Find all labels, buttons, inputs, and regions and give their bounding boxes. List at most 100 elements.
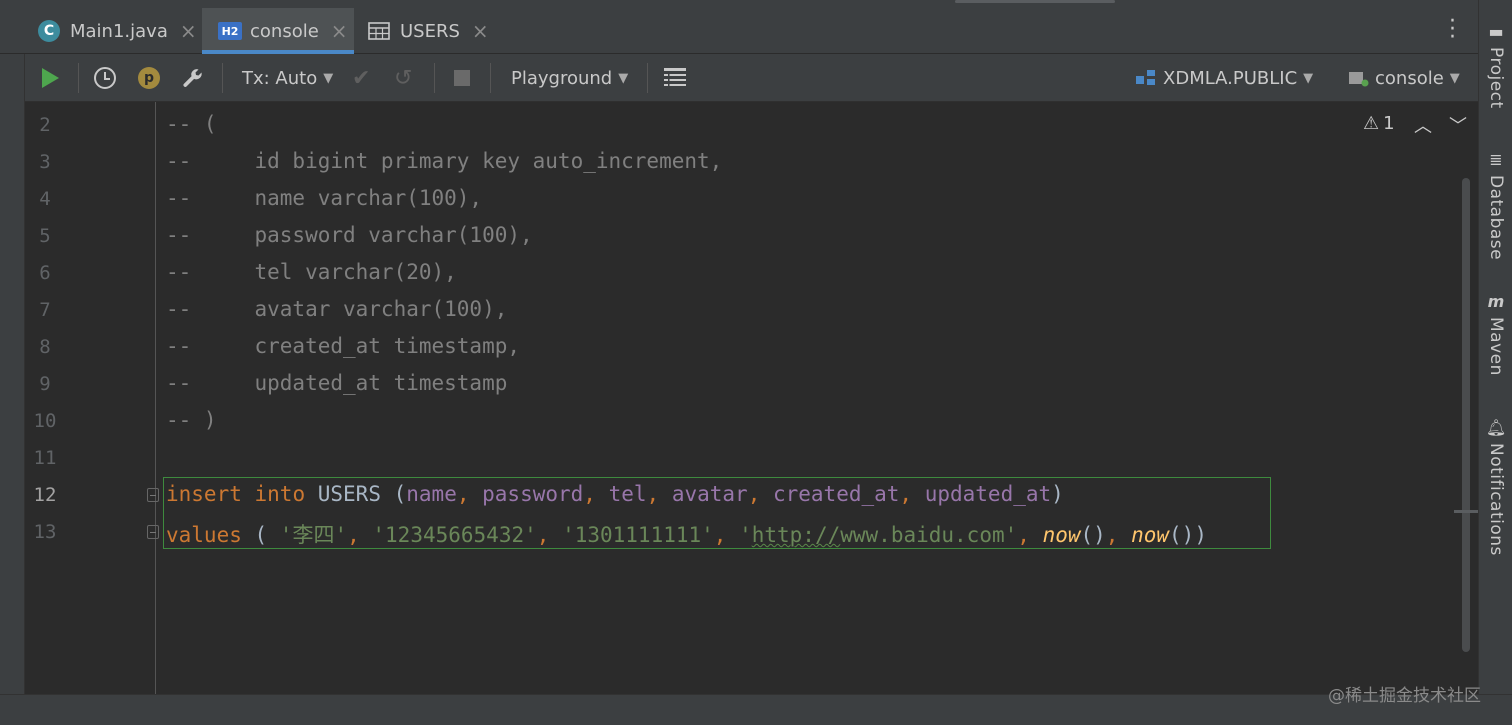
folder-icon: ▬ [1488,22,1504,41]
tab-users[interactable]: USERS × [368,8,496,54]
code-line-comment: -- avatar varchar(100), [166,297,508,321]
undo-icon: ↺ [394,65,413,91]
stop-button[interactable] [454,54,470,102]
checkmark-icon: ✔ [352,65,371,91]
line-number: 2 [39,114,51,136]
function-call: now [1042,523,1081,547]
close-icon[interactable]: × [180,19,197,43]
code-line-comment: -- ) [166,408,217,432]
line-number: 11 [33,447,57,469]
next-highlight-button[interactable]: ﹀ [1449,112,1467,138]
p-badge-icon: p [138,67,160,89]
code-line-comment: -- password varchar(100), [166,223,533,247]
profile-button[interactable]: p [138,54,160,102]
function-call: now [1131,523,1170,547]
string-literal: '12345665432' [372,523,537,547]
tool-window-label: Maven [1486,317,1506,376]
warning-icon: ⚠ [1363,113,1380,134]
code-line-comment: -- tel varchar(20), [166,260,457,284]
string-literal: 'http://www.baidu.com' [739,523,1018,547]
chevron-down-icon: ﹀ [1449,116,1467,137]
execute-button[interactable] [42,54,59,102]
tool-window-label: Database [1486,175,1506,261]
tab-label: Main1.java [70,20,168,42]
code-line-values: values ( '李四', '12345665432', '130111111… [166,523,1207,547]
line-number: 5 [39,225,51,247]
database-icon: ≣ [1489,150,1503,169]
chevron-up-icon: ︿ [1414,116,1432,137]
tool-window-maven[interactable]: m Maven [1482,292,1510,376]
fold-marker-icon[interactable] [147,525,159,539]
line-number: 4 [39,188,51,210]
column-name: password [482,482,584,506]
code-line-comment: -- created_at timestamp, [166,334,521,358]
tx-mode-label: Tx: Auto [242,67,318,89]
maven-icon: m [1487,292,1505,311]
chevron-down-icon: ▼ [618,70,629,86]
commit-button[interactable]: ✔ [352,54,370,102]
previous-highlight-button[interactable]: ︿ [1414,112,1432,138]
tool-window-notifications[interactable]: 🔔︎ Notifications [1482,418,1510,556]
chevron-down-icon: ▼ [1449,70,1460,86]
rollback-button[interactable]: ↺ [394,54,412,102]
tab-label: USERS [400,20,460,42]
tab-console[interactable]: H2 console × [202,8,354,54]
session-selector[interactable]: console ▼ [1347,54,1460,102]
editor-vertical-scrollbar[interactable] [1462,178,1470,652]
close-icon[interactable]: × [472,19,489,43]
watermark-text: @稀土掘金技术社区 [1328,686,1481,706]
wrench-icon [183,69,202,87]
stop-icon [454,70,470,86]
inspection-warnings[interactable]: ⚠ 1 [1363,113,1395,134]
fold-marker-icon[interactable] [147,488,159,502]
column-name: avatar [671,482,748,506]
sql-keyword: values [166,523,242,547]
column-name: created_at [772,482,900,506]
sql-keyword: into [254,482,306,506]
warning-count: 1 [1383,113,1395,134]
schema-selector[interactable]: XDMLA.PUBLIC ▼ [1135,54,1313,102]
console-toolbar: p Tx: Auto ▼ ✔ ↺ Playground ▼ XDMLA.PUBL… [25,54,1478,102]
tool-window-database[interactable]: ≣ Database [1482,150,1510,260]
tool-window-label: Project [1486,47,1506,109]
toolbar-divider [490,63,491,93]
tx-mode-dropdown[interactable]: Tx: Auto ▼ [242,54,333,102]
output-layout-button[interactable] [663,54,687,102]
chevron-down-icon: ▼ [323,70,334,86]
string-literal: '1301111111' [562,523,714,547]
line-number-current: 12 [33,484,57,506]
typo-squiggle: http:// [751,523,841,547]
code-line-comment: -- ( [166,112,217,136]
more-options-icon[interactable]: · · · [1449,11,1456,49]
string-literal: '李四' [279,523,348,547]
column-name: name [406,482,457,506]
editor-tab-bar: C Main1.java × H2 console × USERS × · · · [0,0,1478,54]
code-line-comment: -- updated_at timestamp [166,371,508,395]
chevron-down-icon: ▼ [1303,70,1314,86]
column-name: updated_at [924,482,1052,506]
toolbar-divider [647,63,648,93]
top-scroll-handle[interactable] [955,0,1115,3]
bell-icon: 🔔︎ [1485,418,1507,437]
schema-label: XDMLA.PUBLIC [1163,67,1298,89]
clock-icon [94,67,116,89]
tool-window-project[interactable]: ▬ Project [1482,22,1510,109]
settings-button[interactable] [181,54,205,102]
table-icon [368,22,390,40]
line-number: 10 [33,410,57,432]
line-number: 3 [39,151,51,173]
tab-main1-java[interactable]: C Main1.java × [38,8,198,54]
session-label: console [1375,67,1444,89]
line-number: 9 [39,373,51,395]
play-icon [42,68,59,88]
playground-dropdown[interactable]: Playground ▼ [511,54,628,102]
list-layout-icon [664,68,686,86]
toolbar-divider [434,63,435,93]
tab-label: console [250,20,319,42]
status-bar [0,694,1512,725]
toolbar-divider [78,63,79,93]
gutter-divider [155,102,156,694]
history-button[interactable] [94,54,116,102]
h2-console-icon: H2 [218,22,242,40]
close-icon[interactable]: × [331,19,348,43]
